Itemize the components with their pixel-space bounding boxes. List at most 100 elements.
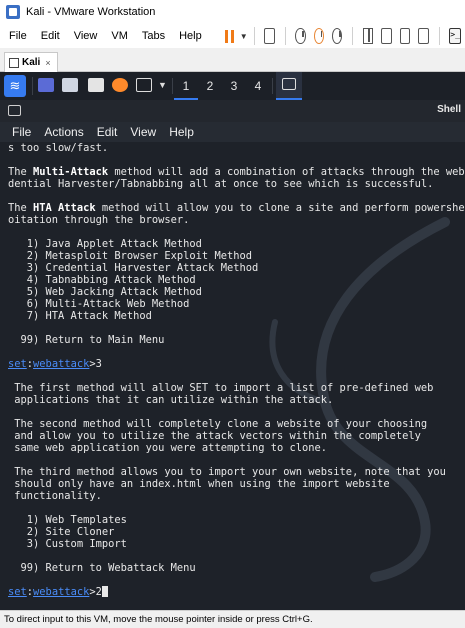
workspace-4[interactable]: 4: [246, 72, 270, 100]
terminal-line: 3) Credential Harvester Attack Method: [8, 262, 465, 274]
terminal-menu-edit[interactable]: Edit: [85, 125, 119, 139]
menu-view[interactable]: View: [67, 30, 105, 42]
terminal-line: The first method will allow SET to impor…: [8, 382, 465, 394]
terminal-output[interactable]: s too slow/fast. The Multi-Attack method …: [0, 142, 465, 610]
emphasized-text: Multi-Attack: [33, 166, 109, 178]
line-text: The first method will allow SET to impor…: [8, 382, 434, 394]
send-ctrl-alt-del-icon[interactable]: [264, 28, 275, 44]
terminal-line: 1) Web Templates: [8, 514, 465, 526]
line-text: oitation through the browser.: [8, 214, 190, 226]
terminal-menu-help[interactable]: Help: [157, 125, 195, 139]
workspace-3[interactable]: 3: [222, 72, 246, 100]
firefox-icon[interactable]: [112, 78, 128, 92]
suspend-button[interactable]: ▼: [224, 29, 248, 43]
full-screen-icon[interactable]: [399, 28, 411, 44]
text-cursor: [101, 586, 108, 597]
workspace-2[interactable]: 2: [198, 72, 222, 100]
terminal-line: functionality.: [8, 490, 465, 502]
vm-tab-label: Kali: [22, 57, 41, 68]
workspace-1[interactable]: 1: [174, 72, 198, 100]
line-text: 4) Tabnabbing Attack Method: [8, 274, 196, 286]
prompt-input: >2: [89, 586, 102, 598]
close-tab-icon[interactable]: ×: [45, 58, 50, 68]
terminal-line: 5) Web Jacking Attack Method: [8, 286, 465, 298]
pause-icon: [224, 29, 234, 43]
thumbnail-bar-icon[interactable]: [381, 28, 392, 44]
taskbar-terminal-window[interactable]: [276, 72, 302, 100]
menu-file[interactable]: File: [0, 30, 34, 42]
toolbar-divider: [352, 27, 354, 45]
vm-tab-strip: Kali ×: [0, 48, 465, 72]
terminal-line: The Multi-Attack method will add a combi…: [8, 166, 465, 178]
panel-divider: [172, 78, 173, 94]
line-text: 99) Return to Webattack Menu: [8, 562, 196, 574]
terminal-menu-file[interactable]: File: [0, 125, 32, 139]
kali-top-panel: ≋ ▼ 1 2 3 4: [0, 72, 465, 100]
menu-vm[interactable]: VM: [104, 30, 135, 42]
terminal-lines: s too slow/fast. The Multi-Attack method …: [8, 142, 465, 598]
vm-tab-kali[interactable]: Kali ×: [4, 52, 58, 72]
chevron-down-icon[interactable]: ▼: [158, 80, 167, 90]
snapshot-manager-icon[interactable]: [332, 28, 343, 44]
terminal-line: 6) Multi-Attack Web Method: [8, 298, 465, 310]
line-text: The: [8, 166, 34, 178]
chevron-down-icon[interactable]: ▼: [240, 32, 248, 41]
line-text: functionality.: [8, 490, 102, 502]
line-text: 7) HTA Attack Method: [8, 310, 152, 322]
line-text: 2) Site Cloner: [8, 526, 115, 538]
line-text: 99) Return to Main Menu: [8, 334, 165, 346]
line-text: 5) Web Jacking Attack Method: [8, 286, 202, 298]
line-text: and allow you to utilize the attack vect…: [8, 430, 421, 442]
terminal-line: 2) Metasploit Browser Exploit Method: [8, 250, 465, 262]
terminal-launcher-icon[interactable]: [136, 78, 152, 92]
line-text: applications that it can utilize within …: [8, 394, 334, 406]
menu-edit[interactable]: Edit: [34, 30, 67, 42]
unity-icon[interactable]: [418, 28, 429, 44]
library-icon[interactable]: [363, 28, 374, 44]
terminal-title: Shell: [437, 104, 461, 115]
line-text: s too slow/fast.: [8, 142, 109, 154]
show-desktop-icon[interactable]: [38, 78, 54, 92]
console-view-icon[interactable]: >_: [449, 28, 461, 44]
vmware-menubar: File Edit View VM Tabs Help ▼ >_: [0, 24, 465, 48]
terminal-line: The third method allows you to import yo…: [8, 466, 465, 478]
snapshot-icon[interactable]: [295, 28, 306, 44]
file-manager-icon[interactable]: [62, 78, 78, 92]
terminal-line: and allow you to utilize the attack vect…: [8, 430, 465, 442]
line-text: The: [8, 202, 34, 214]
kali-menu-button[interactable]: ≋: [4, 75, 26, 97]
terminal-line: 2) Site Cloner: [8, 526, 465, 538]
panel-divider: [272, 78, 273, 94]
emphasized-text: HTA Attack: [33, 202, 96, 214]
prompt-set: set: [8, 358, 27, 370]
line-text: 3) Custom Import: [8, 538, 127, 550]
menu-tabs[interactable]: Tabs: [135, 30, 172, 42]
status-bar: To direct input to this VM, move the mou…: [0, 610, 465, 628]
text-editor-icon[interactable]: [88, 78, 104, 92]
line-text: method will add a combination of attacks…: [108, 166, 465, 178]
vmware-app-icon: [6, 5, 20, 19]
revert-snapshot-icon[interactable]: [313, 28, 325, 44]
terminal-line: should only have an index.html when usin…: [8, 478, 465, 490]
terminal-line: 1) Java Applet Attack Method: [8, 238, 465, 250]
line-text: 6) Multi-Attack Web Method: [8, 298, 190, 310]
terminal-menu-actions[interactable]: Actions: [32, 125, 84, 139]
toolbar-divider: [284, 27, 286, 45]
menu-help[interactable]: Help: [172, 30, 209, 42]
virtual-machine-icon: [9, 57, 19, 68]
line-text: should only have an index.html when usin…: [8, 478, 390, 490]
terminal-icon: [8, 105, 21, 116]
terminal-line: 99) Return to Webattack Menu: [8, 562, 465, 574]
terminal-menu-view[interactable]: View: [118, 125, 157, 139]
terminal-line: applications that it can utilize within …: [8, 394, 465, 406]
terminal-line: 3) Custom Import: [8, 538, 465, 550]
terminal-menubar: File Actions Edit View Help: [0, 122, 465, 142]
